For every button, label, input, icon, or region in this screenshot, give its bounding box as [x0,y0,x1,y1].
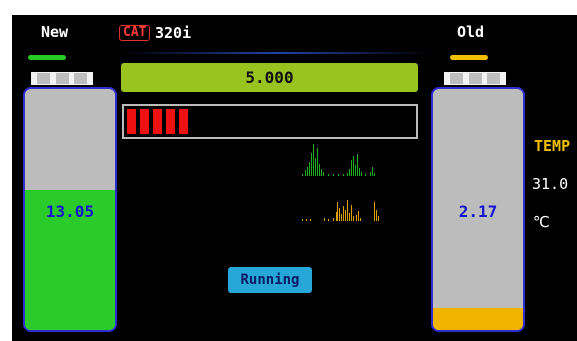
header-divider [122,52,432,54]
progress-bar [122,104,418,139]
model-label: 320i [155,24,192,42]
progress-segment [179,109,188,134]
temperature-value: 31.0 [532,175,569,193]
new-indicator-bar [28,55,66,60]
new-label: New [41,23,69,41]
progress-segment [127,109,136,134]
old-battery-value: 2.17 [458,202,498,221]
new-battery: 13.05 [23,87,117,332]
cat-badge: CAT [119,25,151,41]
progress-segment [140,109,149,134]
temperature-unit: ℃ [533,213,550,231]
counter-display: 5.000 [121,63,418,92]
old-battery: 2.17 [431,87,525,332]
new-battery-value: 13.05 [45,202,95,221]
device-screen: New CAT 320i Old 13.05 5.000 Running 2.1… [12,15,577,341]
progress-segment [166,109,175,134]
old-indicator-bar [450,55,488,60]
running-status-button[interactable]: Running [228,267,312,293]
waveform-chart [302,144,379,221]
progress-segment [153,109,162,134]
new-battery-cap [31,72,93,85]
old-battery-cap [444,72,506,85]
progress-segments [127,109,192,134]
waveform-top [302,144,375,176]
old-label: Old [457,23,485,41]
temperature-label: TEMP [534,137,571,155]
old-battery-fill [433,308,523,330]
waveform-bottom [302,200,379,221]
